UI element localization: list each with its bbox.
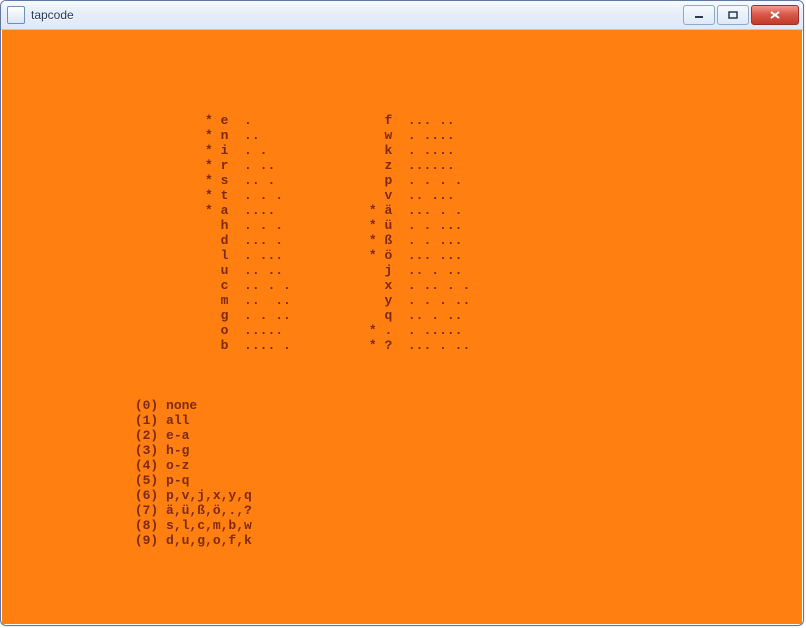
window-controls <box>683 5 799 25</box>
window-title: tapcode <box>31 8 683 22</box>
client-area: * e . f ... .. * n .. w . .... * i . . k… <box>2 30 802 624</box>
close-button[interactable] <box>751 5 799 25</box>
app-icon <box>7 6 25 24</box>
terminal-screen: * e . f ... .. * n .. w . .... * i . . k… <box>10 38 794 548</box>
titlebar[interactable]: tapcode <box>1 1 803 30</box>
maximize-button[interactable] <box>717 5 749 25</box>
minimize-button[interactable] <box>683 5 715 25</box>
window-frame: tapcode * e . f ... .. * n .. <box>0 0 804 626</box>
